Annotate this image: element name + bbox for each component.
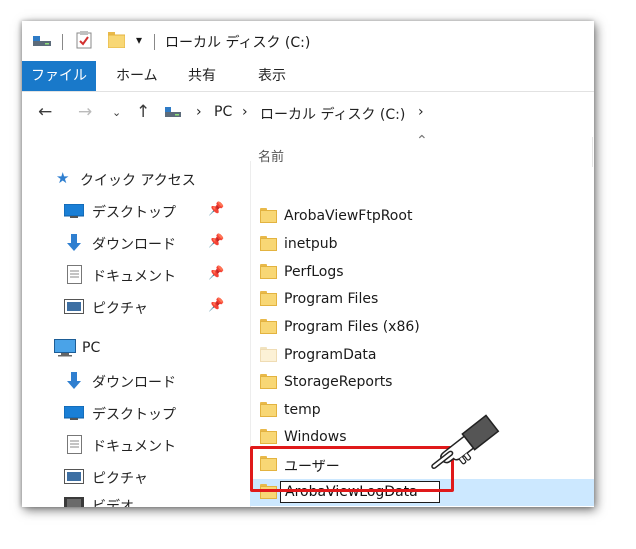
nav-item-downloads[interactable]: ダウンロード 📌 bbox=[22, 231, 242, 255]
nav-item-pc-pictures[interactable]: ピクチャ bbox=[22, 465, 242, 489]
breadcrumb-separator[interactable]: › bbox=[418, 104, 424, 120]
pin-icon[interactable]: 📌 bbox=[208, 234, 224, 249]
nav-item-pictures[interactable]: ピクチャ 📌 bbox=[22, 295, 242, 319]
properties-checkbox-icon[interactable] bbox=[76, 31, 92, 49]
document-icon bbox=[67, 435, 82, 454]
nav-item-desktop[interactable]: デスクトップ 📌 bbox=[22, 199, 242, 223]
nav-label: クイック アクセス bbox=[80, 173, 196, 189]
up-arrow-icon[interactable]: ↑ bbox=[136, 102, 150, 122]
nav-label: PC bbox=[82, 340, 101, 356]
video-icon bbox=[64, 497, 84, 507]
nav-item-pc-videos[interactable]: ビデオ bbox=[22, 493, 242, 507]
pin-icon[interactable]: 📌 bbox=[208, 266, 224, 281]
folder-icon bbox=[260, 208, 277, 223]
pointing-hand-icon bbox=[431, 414, 500, 469]
window-title: ローカル ディスク (C:) bbox=[165, 35, 311, 51]
nav-label: ピクチャ bbox=[92, 301, 148, 317]
drive-icon bbox=[165, 107, 181, 117]
nav-label: ビデオ bbox=[92, 499, 134, 507]
title-bar: ▾ ローカル ディスク (C:) bbox=[22, 21, 594, 61]
ribbon: ファイル ホーム 共有 表示 bbox=[22, 61, 594, 92]
pin-icon[interactable]: 📌 bbox=[208, 202, 224, 217]
nav-pc[interactable]: PC bbox=[22, 337, 242, 361]
pin-icon[interactable]: 📌 bbox=[208, 298, 224, 313]
desktop-icon bbox=[64, 406, 84, 420]
list-item[interactable]: Program Files bbox=[250, 286, 594, 313]
desktop-icon bbox=[64, 204, 84, 218]
star-icon: ★ bbox=[56, 169, 70, 187]
recent-locations-chevron-icon[interactable]: ⌄ bbox=[112, 106, 121, 119]
hidden-folder-icon bbox=[260, 347, 277, 362]
navigation-bar: ← → ⌄ ↑ › PC › ローカル ディスク (C:) › bbox=[22, 95, 594, 129]
nav-label: ダウンロード bbox=[92, 375, 176, 391]
list-item[interactable]: ArobaViewFtpRoot bbox=[250, 203, 594, 230]
nav-label: ダウンロード bbox=[92, 237, 176, 253]
highlight-box bbox=[250, 446, 454, 492]
list-item[interactable]: PerfLogs bbox=[250, 259, 594, 286]
item-name: Program Files (x86) bbox=[284, 319, 420, 335]
folder-icon bbox=[260, 264, 277, 279]
tab-file[interactable]: ファイル bbox=[22, 61, 96, 91]
new-folder-icon[interactable] bbox=[108, 32, 125, 48]
list-item[interactable]: StorageReports bbox=[250, 369, 594, 396]
item-name: Windows bbox=[284, 429, 347, 445]
folder-icon bbox=[260, 402, 277, 417]
breadcrumb-local-disk[interactable]: ローカル ディスク (C:) bbox=[260, 104, 405, 124]
computer-icon bbox=[54, 339, 76, 357]
column-name-label: 名前 bbox=[258, 150, 285, 165]
tab-share[interactable]: 共有 bbox=[188, 61, 216, 91]
list-item[interactable]: temp bbox=[250, 397, 594, 424]
nav-item-pc-downloads[interactable]: ダウンロード bbox=[22, 369, 242, 393]
nav-label: デスクトップ bbox=[92, 407, 176, 423]
drive-icon bbox=[33, 36, 51, 46]
folder-icon bbox=[260, 374, 277, 389]
sort-ascending-icon: ⌃ bbox=[416, 133, 428, 149]
folder-icon bbox=[260, 319, 277, 334]
breadcrumb-separator[interactable]: › bbox=[196, 104, 202, 120]
item-name: PerfLogs bbox=[284, 264, 344, 280]
folder-icon bbox=[260, 291, 277, 306]
breadcrumb-pc[interactable]: PC bbox=[214, 104, 232, 120]
quick-access-dropdown[interactable]: ▾ bbox=[136, 33, 142, 47]
nav-label: ドキュメント bbox=[92, 439, 176, 455]
nav-item-documents[interactable]: ドキュメント 📌 bbox=[22, 263, 242, 287]
item-name: ProgramData bbox=[284, 347, 377, 363]
list-item[interactable]: ProgramData bbox=[250, 342, 594, 369]
back-arrow-icon[interactable]: ← bbox=[38, 102, 52, 122]
item-name: inetpub bbox=[284, 236, 338, 252]
nav-label: デスクトップ bbox=[92, 205, 176, 221]
pictures-icon bbox=[64, 299, 84, 314]
folder-icon bbox=[260, 429, 277, 444]
document-icon bbox=[67, 265, 82, 284]
navigation-pane: ★ クイック アクセス デスクトップ 📌 ダウンロード 📌 ドキュメント 📌 ピ… bbox=[22, 141, 250, 507]
folder-icon bbox=[260, 236, 277, 251]
forward-arrow-icon[interactable]: → bbox=[78, 102, 92, 122]
list-item[interactable]: Program Files (x86) bbox=[250, 314, 594, 341]
item-name: Program Files bbox=[284, 291, 379, 307]
breadcrumb-separator[interactable]: › bbox=[242, 104, 248, 120]
nav-label: ピクチャ bbox=[92, 471, 148, 487]
item-name: ArobaViewFtpRoot bbox=[284, 208, 413, 224]
item-name: temp bbox=[284, 402, 321, 418]
address-box[interactable]: › PC › ローカル ディスク (C:) › bbox=[162, 99, 594, 125]
nav-item-pc-documents[interactable]: ドキュメント bbox=[22, 433, 242, 457]
nav-quick-access[interactable]: ★ クイック アクセス bbox=[22, 167, 242, 191]
list-item[interactable]: inetpub bbox=[250, 231, 594, 258]
item-name: StorageReports bbox=[284, 374, 393, 390]
tab-view[interactable]: 表示 bbox=[258, 61, 286, 91]
column-header-name[interactable]: 名前 ⌃ bbox=[250, 133, 594, 167]
pictures-icon bbox=[64, 469, 84, 484]
nav-label: ドキュメント bbox=[92, 269, 176, 285]
download-icon bbox=[67, 234, 81, 251]
nav-item-pc-desktop[interactable]: デスクトップ bbox=[22, 401, 242, 425]
download-icon bbox=[67, 372, 81, 389]
tab-home[interactable]: ホーム bbox=[116, 61, 158, 91]
